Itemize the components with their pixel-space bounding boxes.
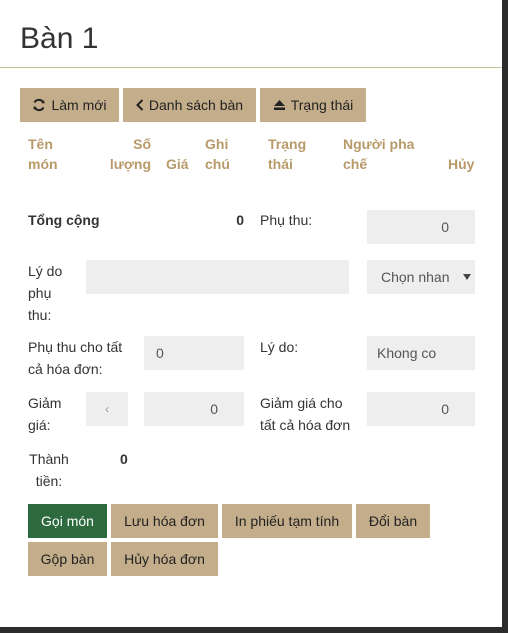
col-header-cancel: Hủy bbox=[448, 156, 475, 172]
surcharge-label: Phụ thu: bbox=[260, 212, 313, 228]
final-label: Thành tiền: bbox=[29, 451, 69, 489]
cancel-bill-button[interactable]: Hủy hóa đơn bbox=[111, 542, 218, 576]
col-header-price: Giá bbox=[166, 156, 189, 172]
status-button[interactable]: Trạng thái bbox=[260, 88, 366, 122]
discount-input[interactable]: 0 bbox=[144, 392, 244, 426]
col-header-state: Trạng thái bbox=[268, 136, 307, 172]
chevron-left-icon bbox=[135, 99, 144, 111]
change-table-button[interactable]: Đổi bàn bbox=[356, 504, 430, 538]
surcharge-reason-label: Lý do phụ thu: bbox=[28, 263, 63, 323]
table-list-label: Danh sách bàn bbox=[148, 97, 244, 113]
table-list-button[interactable]: Danh sách bàn bbox=[123, 88, 256, 122]
divider bbox=[0, 67, 502, 68]
reason-input[interactable]: Khong co bbox=[367, 336, 475, 370]
col-header-note: Ghi chú bbox=[205, 136, 230, 172]
discount-label: Giảm giá: bbox=[28, 395, 62, 433]
col-header-name: Tên món bbox=[28, 136, 58, 172]
discount-type-select[interactable]: ‹ bbox=[86, 392, 128, 426]
refresh-icon bbox=[33, 98, 45, 112]
surcharge-all-label: Phụ thu cho tất cả hóa đơn: bbox=[28, 339, 123, 377]
total-value: 0 bbox=[236, 212, 244, 228]
discount-all-label: Giảm giá cho tất cả hóa đơn bbox=[260, 395, 351, 433]
chevron-down-icon bbox=[463, 274, 471, 280]
final-value: 0 bbox=[120, 451, 128, 467]
col-header-barista: Người pha chế bbox=[343, 136, 415, 172]
reason-select-value: Chọn nhan bbox=[381, 269, 450, 285]
reason-select[interactable]: Chọn nhan bbox=[367, 260, 475, 294]
save-bill-button[interactable]: Lưu hóa đơn bbox=[111, 504, 218, 538]
page-title: Bàn 1 bbox=[20, 22, 99, 55]
table-panel: Bàn 1 Làm mới Danh sách bàn Trạng thái T… bbox=[0, 0, 502, 627]
surcharge-all-input[interactable]: 0 bbox=[144, 336, 244, 370]
refresh-label: Làm mới bbox=[51, 97, 107, 113]
status-label: Trạng thái bbox=[290, 97, 354, 113]
print-draft-button[interactable]: In phiếu tạm tính bbox=[222, 504, 352, 538]
discount-all-input[interactable]: 0 bbox=[367, 392, 475, 426]
order-button[interactable]: Gọi món bbox=[28, 504, 107, 538]
surcharge-reason-input[interactable] bbox=[86, 260, 349, 294]
total-label: Tổng cộng bbox=[28, 212, 100, 228]
reason-label: Lý do: bbox=[260, 339, 299, 355]
refresh-button[interactable]: Làm mới bbox=[20, 88, 119, 122]
merge-table-button[interactable]: Gộp bàn bbox=[28, 542, 107, 576]
eject-icon bbox=[273, 100, 285, 110]
col-header-qty: Số lượng bbox=[109, 136, 151, 172]
surcharge-input[interactable]: 0 bbox=[367, 210, 475, 244]
